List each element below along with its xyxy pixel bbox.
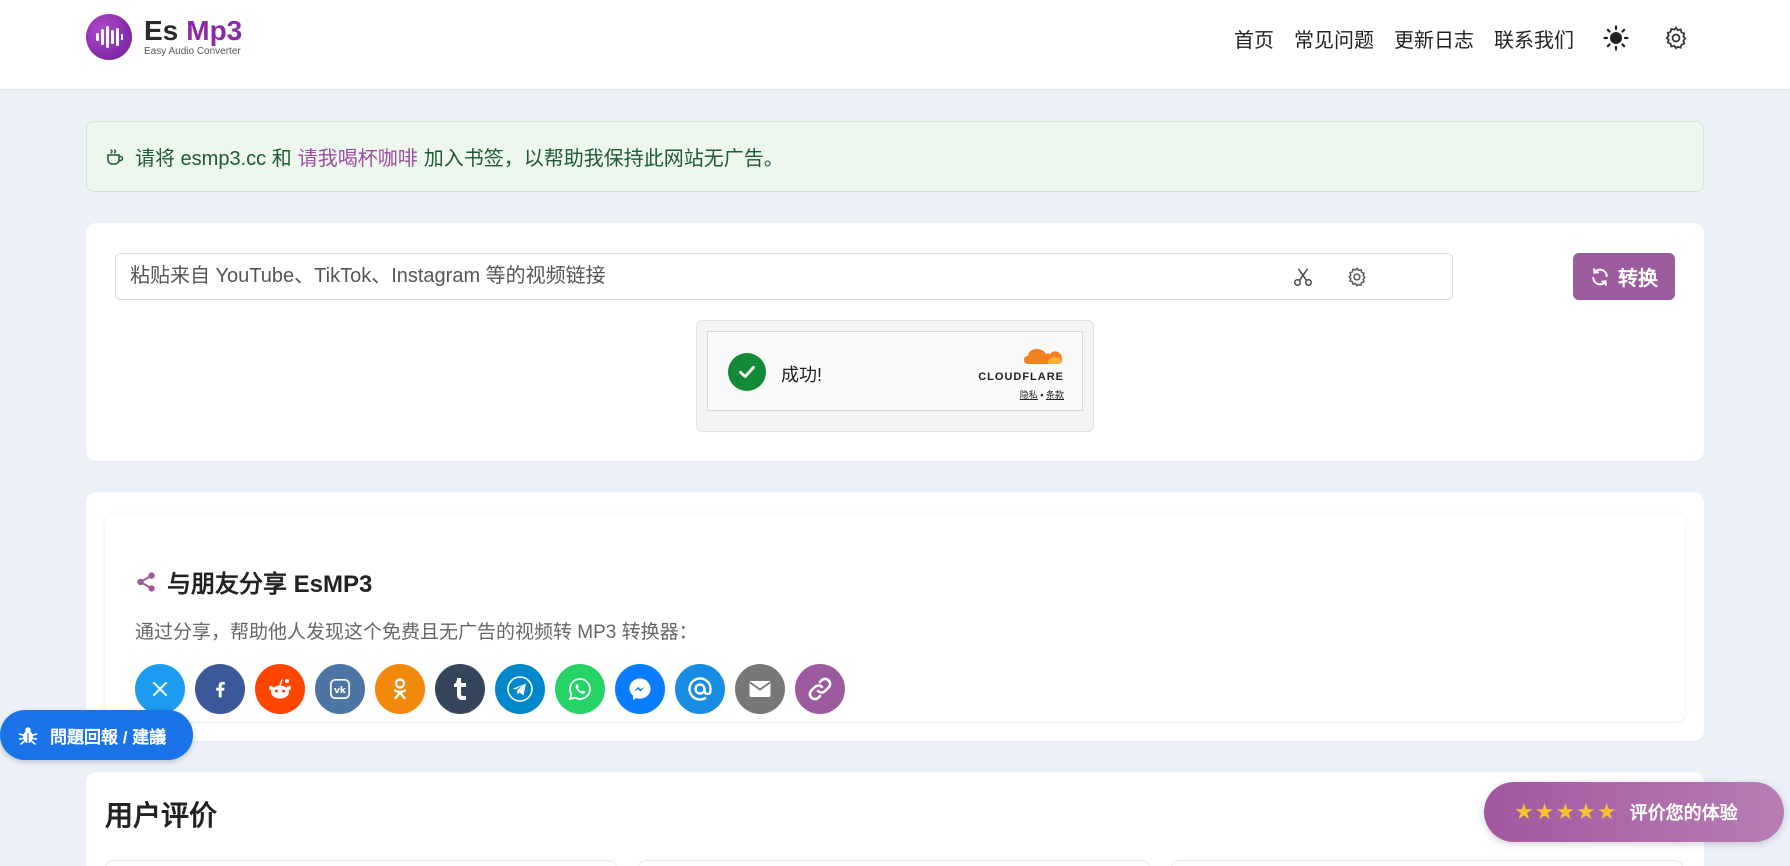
bug-icon xyxy=(18,725,38,745)
share-buttons: vk xyxy=(135,664,855,714)
main-nav: 首页 常见问题 更新日志 联系我们 xyxy=(1214,20,1694,56)
user-reviews-section: 用户评价 xyxy=(86,772,1704,866)
share-icon xyxy=(135,571,157,593)
share-odnoklassniki-button[interactable] xyxy=(375,664,425,714)
review-card xyxy=(105,860,617,866)
svg-text:vk: vk xyxy=(334,685,347,696)
cloudflare-logo: CLOUDFLARE 隐私 • 条款 xyxy=(978,344,1064,401)
converter-card: 转换 成功! CLOUDFLARE 隐私 • 条款 xyxy=(86,223,1704,461)
share-title: 与朋友分享 EsMP3 xyxy=(167,571,373,598)
convert-button[interactable]: 转换 xyxy=(1573,253,1675,300)
share-reddit-button[interactable] xyxy=(255,664,305,714)
rating-stars: ★★★★★ xyxy=(1514,799,1618,824)
share-tumblr-button[interactable] xyxy=(435,664,485,714)
captcha-status: 成功! xyxy=(781,365,823,385)
notice-prefix: 请将 esmp3.cc 和 xyxy=(135,148,292,170)
share-telegram-button[interactable] xyxy=(495,664,545,714)
check-icon xyxy=(728,353,766,391)
privacy-link[interactable]: 隐私 xyxy=(1020,390,1038,400)
share-messenger-button[interactable] xyxy=(615,664,665,714)
nav-contact[interactable]: 联系我们 xyxy=(1494,24,1574,53)
cloudflare-brand: CLOUDFLARE xyxy=(978,371,1064,383)
nav-changelog[interactable]: 更新日志 xyxy=(1394,24,1474,53)
cloudflare-turnstile: 成功! CLOUDFLARE 隐私 • 条款 xyxy=(696,320,1094,432)
share-description: 通过分享，帮助他人发现这个免费且无广告的视频转 MP3 转换器： xyxy=(135,622,698,643)
site-logo[interactable]: Es Mp3 Easy Audio Converter xyxy=(86,14,242,60)
link-separator: • xyxy=(1040,390,1044,400)
cloud-icon xyxy=(1024,349,1062,364)
share-mail-at-button[interactable] xyxy=(675,664,725,714)
rate-experience-button[interactable]: ★★★★★ 评价您的体验 xyxy=(1484,782,1784,842)
logo-subtitle: Easy Audio Converter xyxy=(144,46,241,57)
reviews-title: 用户评价 xyxy=(105,800,218,831)
share-x-button[interactable] xyxy=(135,664,185,714)
logo-es: Es xyxy=(144,15,179,46)
video-url-input[interactable] xyxy=(115,253,1453,300)
audio-wave-icon xyxy=(86,14,132,60)
share-whatsapp-button[interactable] xyxy=(555,664,605,714)
terms-link[interactable]: 条款 xyxy=(1046,390,1064,400)
share-copy-link-button[interactable] xyxy=(795,664,845,714)
feedback-button[interactable]: 問題回報 / 建議 xyxy=(0,710,193,760)
sun-icon[interactable] xyxy=(1598,20,1634,56)
review-card xyxy=(1171,860,1683,866)
gear-icon[interactable] xyxy=(1658,20,1694,56)
scissors-icon[interactable] xyxy=(1286,260,1320,294)
nav-faq[interactable]: 常见问题 xyxy=(1294,24,1374,53)
share-section: 与朋友分享 EsMP3 通过分享，帮助他人发现这个免费且无广告的视频转 MP3 … xyxy=(86,492,1704,741)
feedback-label: 問題回報 / 建議 xyxy=(50,727,167,747)
rate-label: 评价您的体验 xyxy=(1629,803,1738,823)
review-card xyxy=(638,860,1150,866)
share-card: 与朋友分享 EsMP3 通过分享，帮助他人发现这个免费且无广告的视频转 MP3 … xyxy=(105,514,1685,721)
buy-coffee-link[interactable]: 请我喝杯咖啡 xyxy=(298,142,418,171)
captcha-widget[interactable]: 成功! CLOUDFLARE 隐私 • 条款 xyxy=(707,331,1083,411)
coffee-cup-icon xyxy=(105,147,125,167)
gear-icon[interactable] xyxy=(1340,260,1374,294)
top-header: Es Mp3 Easy Audio Converter 首页 常见问题 更新日志 … xyxy=(0,0,1790,90)
notice-suffix: 加入书签，以帮助我保持此网站无广告。 xyxy=(423,148,784,170)
share-vk-button[interactable]: vk xyxy=(315,664,365,714)
logo-mp3: Mp3 xyxy=(186,15,243,46)
refresh-icon xyxy=(1590,267,1610,287)
convert-label: 转换 xyxy=(1618,268,1658,290)
nav-home[interactable]: 首页 xyxy=(1234,24,1274,53)
share-email-button[interactable] xyxy=(735,664,785,714)
bookmark-notice: 请将 esmp3.cc 和 请我喝杯咖啡 加入书签，以帮助我保持此网站无广告。 xyxy=(86,121,1704,192)
share-facebook-button[interactable] xyxy=(195,664,245,714)
